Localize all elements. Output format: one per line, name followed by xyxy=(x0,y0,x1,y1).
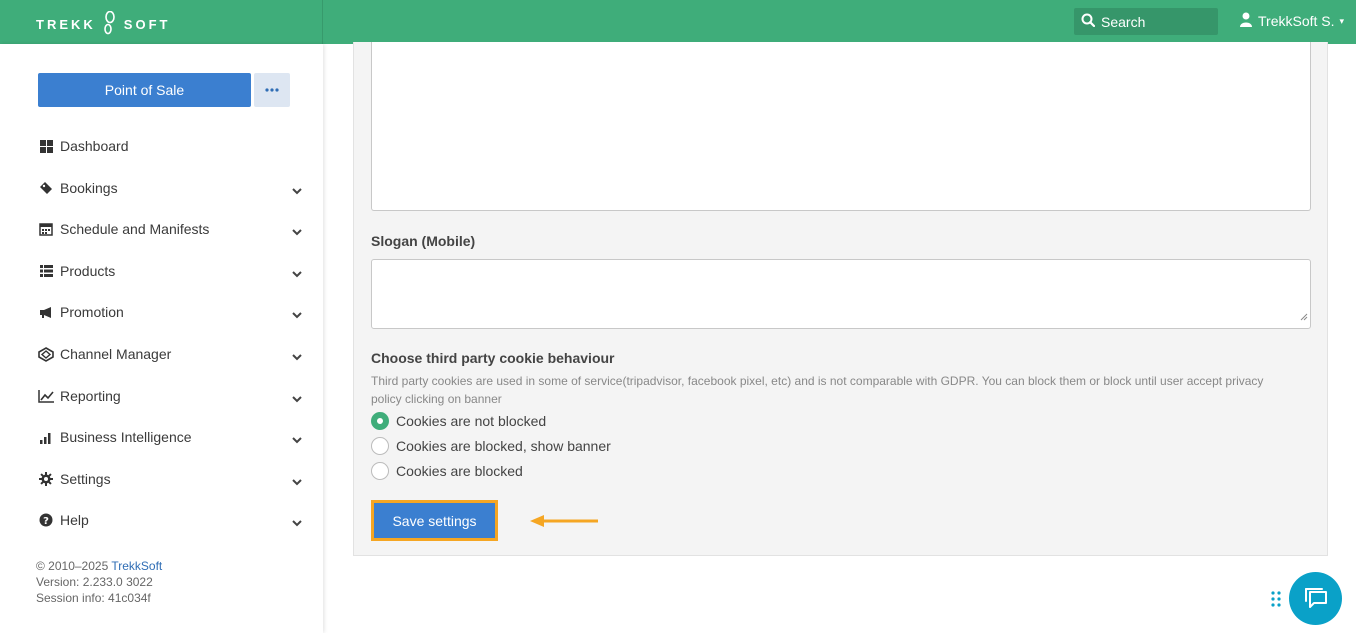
chevron-down-icon xyxy=(292,265,302,281)
sidebar-item-schedule[interactable]: Schedule and Manifests xyxy=(38,217,302,241)
resize-handle-icon[interactable] xyxy=(1300,308,1308,326)
sidebar-item-label: Products xyxy=(60,263,116,279)
sidebar-item-channel-manager[interactable]: Channel Manager xyxy=(38,342,302,366)
pointer-arrow-icon xyxy=(530,515,598,527)
sidebar-item-label: Channel Manager xyxy=(60,346,172,362)
sidebar-item-label: Business Intelligence xyxy=(60,429,192,445)
user-icon xyxy=(1240,12,1258,30)
chevron-down-icon xyxy=(292,431,302,447)
sidebar-item-reporting[interactable]: Reporting xyxy=(38,384,302,408)
cookie-option-blocked-show-banner[interactable]: Cookies are blocked, show banner xyxy=(371,437,611,455)
point-of-sale-button[interactable]: Point of Sale xyxy=(38,73,251,107)
sidebar-item-products[interactable]: Products xyxy=(38,259,302,283)
trekksoft-logo[interactable]: TREKK SOFT xyxy=(36,10,171,38)
chevron-down-icon xyxy=(292,390,302,406)
logo-area: TREKK SOFT xyxy=(0,0,323,44)
drag-handle-icon[interactable] xyxy=(1271,590,1283,608)
search-placeholder: Search xyxy=(1101,13,1146,30)
bar-chart-icon xyxy=(38,429,54,445)
sidebar-item-help[interactable]: ? Help xyxy=(38,508,302,532)
user-menu[interactable]: TrekkSoft S. ▾ xyxy=(1240,12,1344,30)
save-button-highlight: Save settings xyxy=(371,500,498,541)
copyright-line: © 2010–2025 TrekkSoft xyxy=(36,558,162,574)
list-icon xyxy=(38,263,54,279)
chevron-down-icon xyxy=(292,348,302,364)
radio-label: Cookies are blocked, show banner xyxy=(396,438,611,454)
copyright-text: © 2010–2025 xyxy=(36,559,112,573)
trekksoft-link[interactable]: TrekkSoft xyxy=(111,559,162,573)
caret-down-icon: ▾ xyxy=(1339,15,1345,26)
settings-panel: Slogan (Mobile) Choose third party cooki… xyxy=(353,42,1328,556)
sidebar-footer: © 2010–2025 TrekkSoft Version: 2.233.0 3… xyxy=(36,558,162,606)
chat-icon xyxy=(1304,587,1327,608)
ellipsis-icon xyxy=(265,88,279,92)
sidebar-item-promotion[interactable]: Promotion xyxy=(38,300,302,324)
cookie-help-text: Third party cookies are used in some of … xyxy=(371,374,1264,406)
search-box[interactable]: Search xyxy=(1074,8,1218,35)
tag-icon xyxy=(38,180,54,196)
chevron-down-icon xyxy=(292,182,302,198)
chevron-down-icon xyxy=(292,223,302,239)
footprint-icon xyxy=(102,10,116,38)
sidebar-item-dashboard[interactable]: Dashboard xyxy=(38,134,302,158)
top-bar: TREKK SOFT Search TrekkSoft S. ▾ xyxy=(0,0,1356,44)
sidebar-item-label: Settings xyxy=(60,471,111,487)
dashboard-icon xyxy=(38,138,54,154)
megaphone-icon xyxy=(38,304,54,320)
line-chart-icon xyxy=(38,388,54,404)
session-info-text: Session info: 41c034f xyxy=(36,591,151,605)
radio-button-selected[interactable] xyxy=(371,412,389,430)
chevron-down-icon xyxy=(292,473,302,489)
sidebar: Point of Sale Dashboard Bookings Schedul… xyxy=(0,44,323,633)
network-icon xyxy=(38,346,54,362)
chat-button[interactable] xyxy=(1289,572,1342,625)
sidebar-item-label: Help xyxy=(60,512,89,528)
cookie-option-blocked[interactable]: Cookies are blocked xyxy=(371,462,523,480)
chevron-down-icon xyxy=(292,514,302,530)
search-icon xyxy=(1081,13,1101,30)
radio-button[interactable] xyxy=(371,462,389,480)
sidebar-item-business-intelligence[interactable]: Business Intelligence xyxy=(38,425,302,449)
text-area[interactable] xyxy=(371,42,1311,211)
user-name: TrekkSoft S. xyxy=(1258,13,1335,29)
version-text: Version: 2.233.0 3022 xyxy=(36,575,153,589)
gear-icon xyxy=(38,471,54,487)
sidebar-item-label: Reporting xyxy=(60,388,121,404)
slogan-mobile-textarea[interactable] xyxy=(371,259,1311,329)
sidebar-item-label: Schedule and Manifests xyxy=(60,221,210,237)
chevron-down-icon xyxy=(292,306,302,322)
more-options-button[interactable] xyxy=(254,73,290,107)
sidebar-item-settings[interactable]: Settings xyxy=(38,467,302,491)
logo-text-right: SOFT xyxy=(123,17,171,32)
logo-text-left: TREKK xyxy=(36,17,96,32)
calendar-icon xyxy=(38,221,54,237)
question-icon: ? xyxy=(38,512,54,528)
radio-label: Cookies are blocked xyxy=(396,463,523,479)
sidebar-item-label: Dashboard xyxy=(60,138,129,154)
main-content: Slogan (Mobile) Choose third party cooki… xyxy=(323,42,1356,633)
slogan-mobile-label: Slogan (Mobile) xyxy=(371,233,476,249)
sidebar-item-label: Promotion xyxy=(60,304,124,320)
radio-label: Cookies are not blocked xyxy=(396,413,547,429)
sidebar-item-bookings[interactable]: Bookings xyxy=(38,176,302,200)
sidebar-item-label: Bookings xyxy=(60,180,118,196)
radio-button[interactable] xyxy=(371,437,389,455)
svg-text:?: ? xyxy=(43,516,49,527)
save-settings-button[interactable]: Save settings xyxy=(374,503,495,538)
cookie-behaviour-label: Choose third party cookie behaviour xyxy=(371,350,615,366)
cookie-option-not-blocked[interactable]: Cookies are not blocked xyxy=(371,412,546,430)
